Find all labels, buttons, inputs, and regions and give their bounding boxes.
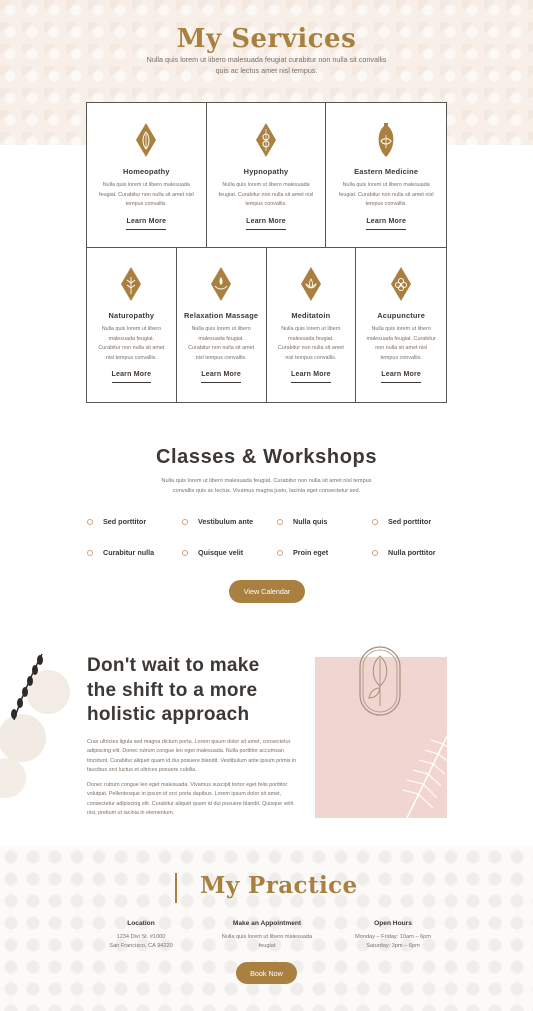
services-subtitle: Nulla quis lorem ut libero malesuada feu…: [146, 55, 387, 75]
learn-more-link[interactable]: Learn More: [126, 218, 167, 230]
appointment-text: Nulla quis lorem ut libero malesuada: [221, 934, 313, 940]
workshop-label: Vestibulum ante: [198, 517, 254, 526]
view-calendar-button[interactable]: View Calendar: [229, 580, 305, 603]
appointment-text-2: feugiat: [258, 943, 276, 950]
service-title: Hypnopathy: [243, 167, 289, 176]
classes-title: Classes & Workshops: [155, 446, 378, 468]
services-grid-top: Homeopathy Nulla quis lorem ut libero ma…: [86, 102, 447, 248]
holistic-paragraph-1: Cras ultricies ligula sed magna dictum p…: [87, 739, 297, 773]
hours-title: Open Hours: [374, 920, 412, 927]
learn-more-link[interactable]: Learn More: [111, 371, 152, 384]
workshop-item[interactable]: Nulla quis: [277, 517, 327, 526]
lavender-branch-decoration: [0, 653, 70, 798]
learn-more-link[interactable]: Learn More: [246, 218, 286, 230]
book-now-button[interactable]: Book Now: [236, 962, 297, 984]
bullet-circle-icon: [277, 518, 283, 525]
service-title: Eastern Medicine: [354, 167, 419, 176]
service-card-acupuncture: Acupuncture Nulla quis lorem ut libero m…: [356, 248, 446, 402]
service-title: Relaxation Massage: [183, 311, 259, 320]
bullet-circle-icon: [372, 549, 378, 556]
location-city: San Francisco, CA 94220: [109, 943, 173, 950]
services-title: My Services: [176, 24, 357, 54]
service-card-hypnopathy: Hypnopathy Nulla quis lorem ut libero ma…: [207, 103, 327, 247]
workshop-item[interactable]: Vestibulum ante: [182, 517, 253, 526]
learn-more-link[interactable]: Learn More: [291, 371, 331, 384]
workshop-label: Quisque velit: [198, 548, 244, 557]
location-address: 1234 Divi St. #1000: [116, 934, 166, 940]
workshop-item[interactable]: Quisque velit: [182, 548, 243, 557]
practice-title-divider: [175, 873, 177, 903]
workshop-label: Sed porttitor: [388, 517, 432, 526]
services-grid-bottom: Naturopathy Nulla quis lorem ut libero m…: [86, 247, 447, 403]
workshop-label: Sed porttitor: [103, 517, 147, 526]
hours-column: Open Hours Monday – Friday: 10am – 6pm S…: [338, 920, 448, 951]
location-title: Location: [127, 920, 155, 927]
appointment-title: Make an Appointment: [232, 920, 302, 927]
leaf-diamond-icon: [121, 267, 142, 301]
fern-decoration: [402, 732, 454, 822]
workshop-label: Proin eget: [293, 548, 329, 557]
workshop-item[interactable]: Sed porttitor: [87, 517, 146, 526]
service-description: Nulla quis lorem ut libero malesuada feu…: [277, 326, 344, 361]
appointment-column: Make an Appointment Nulla quis lorem ut …: [212, 920, 322, 951]
service-card-meditation: Meditatoin Nulla quis lorem ut libero ma…: [267, 248, 357, 402]
bullet-circle-icon: [182, 549, 188, 556]
workshop-label: Nulla porttitor: [388, 548, 436, 557]
service-description: Nulla quis lorem ut libero malesuada feu…: [188, 326, 255, 361]
service-description: Nulla quis lorem ut libero malesuada feu…: [98, 182, 194, 208]
leaf-badge-icon: [359, 646, 401, 716]
hours-saturday: Saturday: 3pm – 6pm: [366, 943, 420, 950]
workshop-item[interactable]: Proin eget: [277, 548, 328, 557]
classes-subtitle: Nulla quis lorem ut libero malesuada feu…: [161, 478, 372, 494]
holistic-paragraph-2: Donec rutrum congue leo eget malesuada. …: [87, 782, 294, 816]
bullet-circle-icon: [372, 518, 378, 525]
bullet-circle-icon: [277, 549, 283, 556]
learn-more-link[interactable]: Learn More: [201, 371, 241, 384]
service-description: Nulla quis lorem ut libero malesuada feu…: [218, 182, 314, 208]
service-card-naturopathy: Naturopathy Nulla quis lorem ut libero m…: [87, 248, 177, 402]
workshop-item[interactable]: Sed porttitor: [372, 517, 431, 526]
bullet-circle-icon: [87, 518, 93, 525]
lotus-diamond-icon: [300, 267, 321, 301]
holistic-title: Don't wait to make the shift to a more h…: [87, 655, 260, 725]
learn-more-link[interactable]: Learn More: [366, 218, 407, 230]
flower-diamond-icon: [391, 267, 412, 301]
service-title: Acupuncture: [377, 311, 426, 320]
practice-title: My Practice: [200, 872, 358, 899]
service-description: Nulla quis lorem ut libero malesuada feu…: [366, 326, 436, 361]
hands-diamond-icon: [211, 267, 232, 301]
leaf-diamond-icon: [136, 123, 157, 157]
learn-more-link[interactable]: Learn More: [381, 371, 421, 384]
location-column: Location 1234 Divi St. #1000 San Francis…: [86, 920, 196, 951]
bullet-circle-icon: [87, 549, 93, 556]
service-card-homeopathy: Homeopathy Nulla quis lorem ut libero ma…: [87, 103, 207, 247]
workshop-label: Curabitur nulla: [103, 548, 155, 557]
service-title: Naturopathy: [108, 311, 155, 320]
workshop-label: Nulla quis: [293, 517, 328, 526]
service-title: Homeopathy: [122, 167, 170, 176]
workshop-item[interactable]: Nulla porttitor: [372, 548, 436, 557]
service-description: Nulla quis lorem ut libero malesuada feu…: [338, 182, 434, 208]
service-title: Meditatoin: [291, 311, 331, 320]
service-description: Nulla quis lorem ut libero malesuada feu…: [98, 326, 165, 361]
bullet-circle-icon: [182, 518, 188, 525]
service-card-relaxation-massage: Relaxation Massage Nulla quis lorem ut l…: [177, 248, 267, 402]
lotus-vessel-icon: [378, 123, 394, 157]
service-card-eastern-medicine: Eastern Medicine Nulla quis lorem ut lib…: [326, 103, 446, 247]
workshop-item[interactable]: Curabitur nulla: [87, 548, 154, 557]
spiral-diamond-icon: [256, 123, 276, 157]
hours-weekday: Monday – Friday: 10am – 6pm: [355, 934, 431, 940]
